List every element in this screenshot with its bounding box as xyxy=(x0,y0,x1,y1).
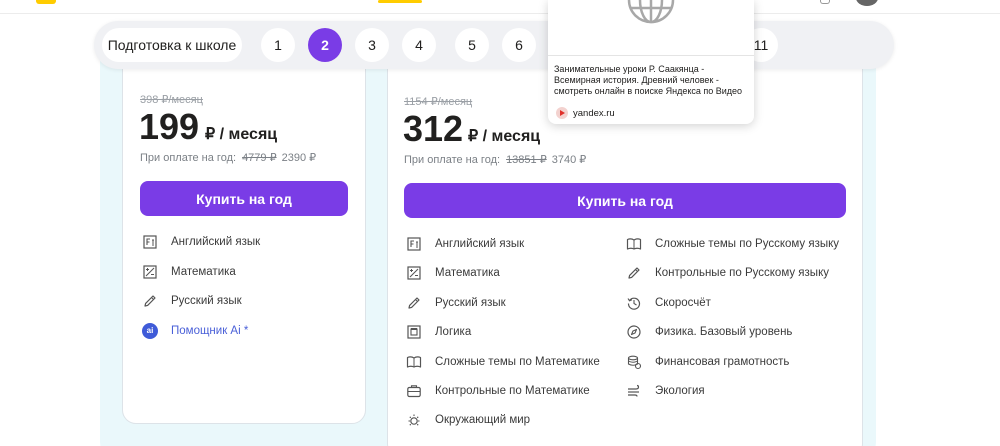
feature-label: Сложные темы по Математике xyxy=(435,355,600,368)
logic-icon xyxy=(407,325,421,339)
preview-source[interactable]: yandex.ru xyxy=(556,107,615,119)
feature-item: Окружающий мир xyxy=(406,411,530,429)
feature-item: ai Помощник Ai * xyxy=(142,322,248,340)
old-price: 1154 ₽/месяц xyxy=(404,96,473,108)
book-icon xyxy=(406,355,422,368)
english-icon xyxy=(143,235,157,249)
preview-thumbnail xyxy=(548,0,754,56)
year-price: 2390 ₽ xyxy=(281,152,317,164)
year-old-price: 4779 ₽ xyxy=(242,152,277,164)
price-value: 199 xyxy=(139,106,200,147)
price-value: 312 xyxy=(403,108,464,149)
english-icon xyxy=(407,237,421,251)
feature-label: Контрольные по Русскому языку xyxy=(655,267,829,280)
coins-icon xyxy=(627,355,642,369)
feature-label: Математика xyxy=(435,267,500,280)
feature-item: Сложные темы по Русскому языку xyxy=(626,235,839,253)
feature-item: Контрольные по Математике xyxy=(406,382,590,400)
wind-icon xyxy=(628,384,640,397)
price-unit: ₽ / месяц xyxy=(468,128,541,145)
link-preview-tooltip[interactable]: Занимательные уроки Р. Саакянца - Всемир… xyxy=(548,0,754,124)
ai-icon: ai xyxy=(142,322,158,339)
math-icon xyxy=(143,264,157,279)
feature-item: Логика xyxy=(406,323,471,341)
year-prefix: При оплате на год: xyxy=(404,154,501,166)
feature-item: Физика. Базовый уровень xyxy=(626,323,792,341)
feature-label: Экология xyxy=(655,385,705,397)
feature-item: Русский язык xyxy=(142,292,242,310)
feature-label: Скоросчёт xyxy=(655,296,711,309)
old-price: 398 ₽/месяц xyxy=(140,94,203,106)
feature-item: Математика xyxy=(142,263,236,281)
grade-2[interactable]: 2 xyxy=(308,28,342,62)
cart-icon[interactable] xyxy=(820,0,830,4)
sun-icon xyxy=(408,414,420,426)
year-price-line: При оплате на год: 4779 ₽ 2390 ₽ xyxy=(140,151,316,164)
history-icon xyxy=(627,297,641,310)
active-nav-underline xyxy=(378,0,422,3)
feature-item: Английский язык xyxy=(142,233,260,251)
feature-label: Русский язык xyxy=(171,295,242,307)
grade-6[interactable]: 6 xyxy=(502,28,536,62)
feature-item: Сложные темы по Математике xyxy=(406,353,600,371)
compass-icon xyxy=(627,325,641,339)
grade-3[interactable]: 3 xyxy=(355,28,389,62)
price-unit: ₽ / месяц xyxy=(205,126,278,143)
feature-label: Финансовая грамотность xyxy=(655,355,790,368)
feature-label: Английский язык xyxy=(171,236,261,248)
feature-item: Финансовая грамотность xyxy=(626,353,789,371)
logo[interactable] xyxy=(36,0,56,4)
feature-item: Математика xyxy=(406,264,500,282)
grade-1[interactable]: 1 xyxy=(261,28,295,62)
feature-item: Контрольные по Русскому языку xyxy=(626,264,829,282)
feature-label: Английский язык xyxy=(435,238,525,250)
grade-selector: Подготовка к школе 1 2 3 4 5 6 11 xyxy=(94,21,894,69)
grade-4[interactable]: 4 xyxy=(402,28,436,62)
preview-source-domain: yandex.ru xyxy=(573,107,615,119)
feature-label: Физика. Базовый уровень xyxy=(655,326,793,339)
feature-item: Русский язык xyxy=(406,294,506,312)
grade-preschool[interactable]: Подготовка к школе xyxy=(102,28,242,62)
year-prefix: При оплате на год: xyxy=(140,152,237,164)
year-price: 3740 ₽ xyxy=(551,154,587,166)
briefcase-icon xyxy=(407,385,421,398)
feature-item: Экология xyxy=(626,382,705,400)
pencil-icon xyxy=(628,267,640,279)
book-icon xyxy=(626,238,642,250)
play-icon xyxy=(556,107,568,119)
feature-label: Логика xyxy=(435,326,472,339)
feature-label: Окружающий мир xyxy=(435,414,531,427)
top-header xyxy=(0,0,1000,14)
feature-label: Математика xyxy=(171,265,236,278)
preview-description: Занимательные уроки Р. Саакянца - Всемир… xyxy=(554,64,743,96)
buy-year-button[interactable]: Купить на год xyxy=(140,181,348,216)
year-old-price: 13851 ₽ xyxy=(506,154,547,166)
globe-icon xyxy=(627,0,675,24)
grade-5[interactable]: 5 xyxy=(455,28,489,62)
feature-item: Английский язык xyxy=(406,235,524,253)
feature-label: Русский язык xyxy=(435,296,506,309)
feature-label[interactable]: Помощник Ai * xyxy=(171,325,248,337)
pencil-icon xyxy=(408,297,420,309)
pencil-icon xyxy=(144,295,156,307)
year-price-line: При оплате на год: 13851 ₽ 3740 ₽ xyxy=(404,153,586,166)
feature-label: Сложные темы по Русскому языку xyxy=(655,238,840,250)
feature-item: Скоросчёт xyxy=(626,294,711,312)
math-icon xyxy=(407,266,421,280)
feature-label: Контрольные по Математике xyxy=(435,385,590,397)
buy-year-button[interactable]: Купить на год xyxy=(404,183,846,218)
avatar[interactable] xyxy=(856,0,878,6)
